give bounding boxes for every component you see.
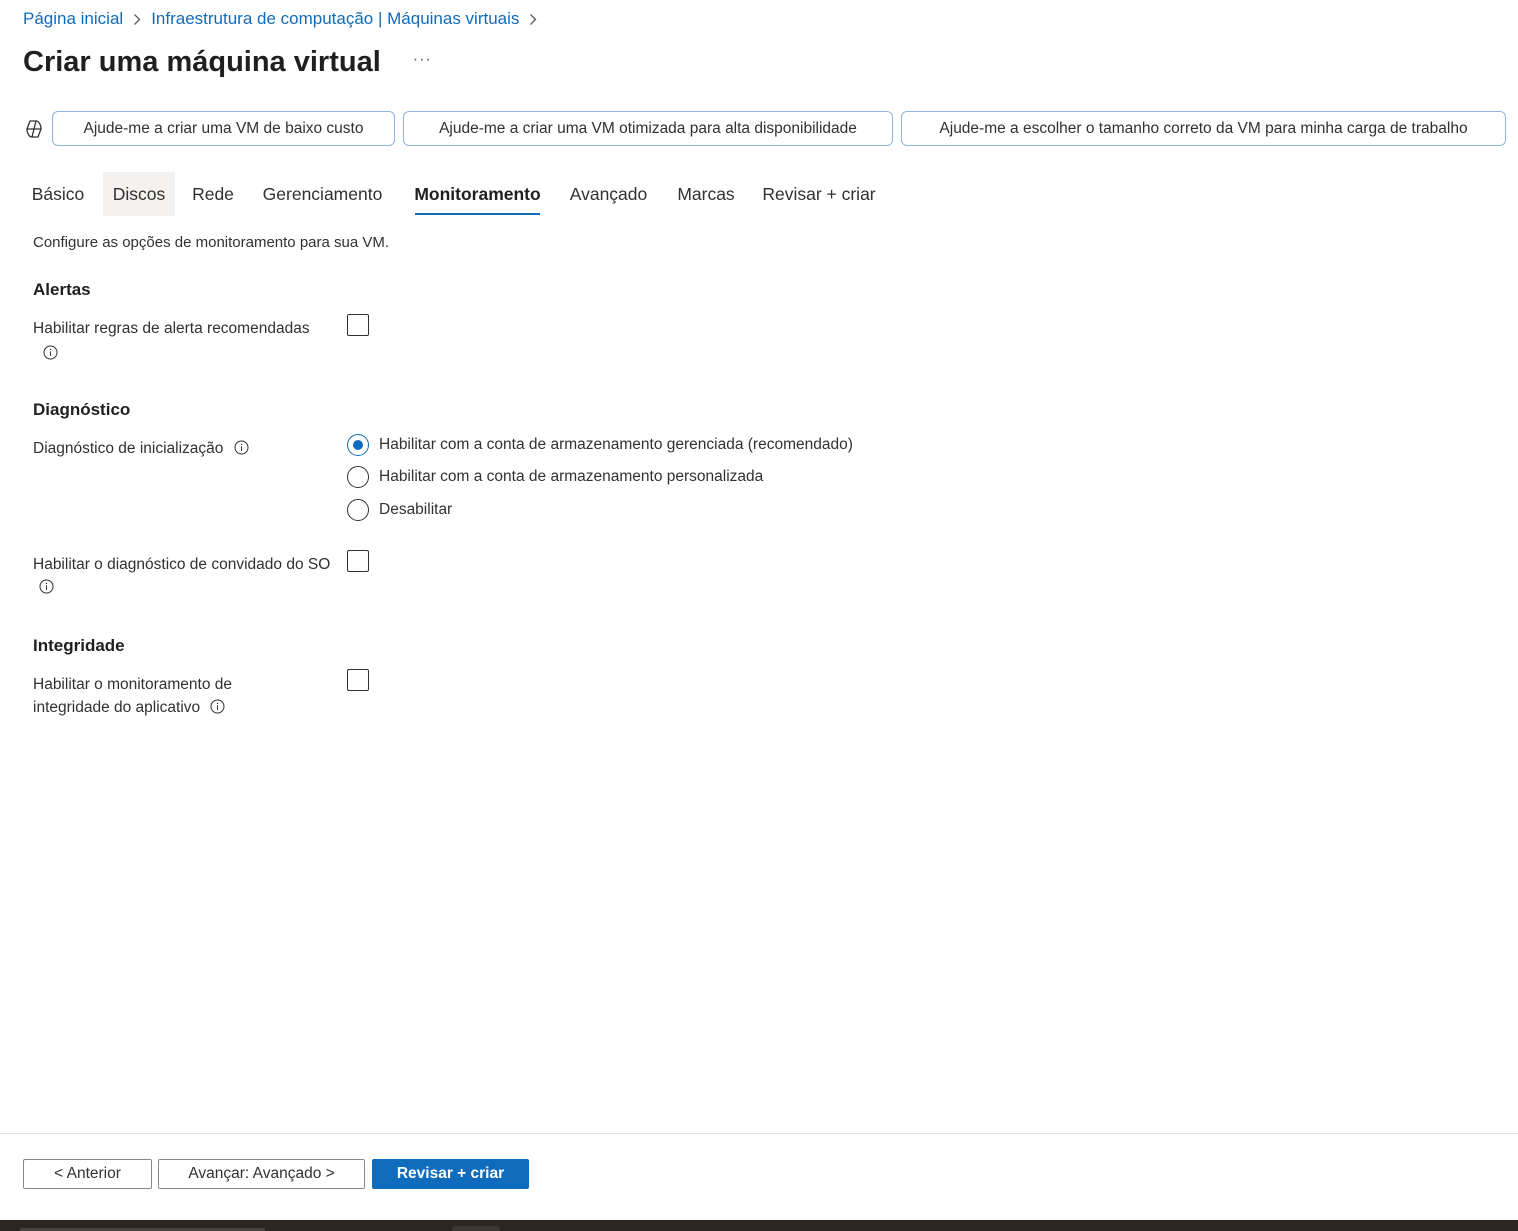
boot-diagnostics-option-custom[interactable]: Habilitar com a conta de armazenamento p… xyxy=(347,465,763,489)
info-icon[interactable] xyxy=(210,699,225,714)
info-icon[interactable] xyxy=(43,345,58,360)
copilot-icon xyxy=(23,118,45,140)
breadcrumb: Página inicial Infraestrutura de computa… xyxy=(23,8,547,30)
boot-diagnostics-label-text: Diagnóstico de inicialização xyxy=(33,440,224,457)
radio-button[interactable] xyxy=(347,466,369,488)
chevron-right-icon xyxy=(133,13,141,26)
app-health-monitoring-checkbox[interactable] xyxy=(347,669,369,691)
tab-monitoramento[interactable]: Monitoramento xyxy=(414,172,541,216)
guest-os-diagnostics-checkbox[interactable] xyxy=(347,550,369,572)
page-title: Criar uma máquina virtual xyxy=(23,45,381,78)
breadcrumb-home-link[interactable]: Página inicial xyxy=(23,9,123,29)
tab-gerenciamento[interactable]: Gerenciamento xyxy=(260,172,385,216)
next-advanced-button[interactable]: Avançar: Avançado > xyxy=(158,1159,365,1189)
boot-diagnostics-option-managed[interactable]: Habilitar com a conta de armazenamento g… xyxy=(347,433,853,457)
tab-label: Rede xyxy=(192,183,234,204)
tab-avancado[interactable]: Avançado xyxy=(566,172,651,216)
tab-basico[interactable]: Básico xyxy=(23,172,93,216)
field-label-alert-rules: Habilitar regras de alerta recomendadas xyxy=(33,318,333,365)
tab-label: Marcas xyxy=(677,183,735,204)
copilot-prompt-low-cost-button[interactable]: Ajude-me a criar uma VM de baixo custo xyxy=(52,111,395,146)
tab-label: Gerenciamento xyxy=(262,183,383,204)
tab-revisar-criar[interactable]: Revisar + criar xyxy=(761,172,877,216)
boot-diagnostics-option-disable[interactable]: Desabilitar xyxy=(347,498,452,522)
page-description: Configure as opções de monitoramento par… xyxy=(33,234,390,251)
chevron-right-icon xyxy=(529,13,537,26)
breadcrumb-vms-link[interactable]: Infraestrutura de computação | Máquinas … xyxy=(151,9,519,29)
section-title-diagnostico: Diagnóstico xyxy=(33,400,131,419)
tab-label: Discos xyxy=(112,183,166,204)
copilot-prompt-high-availability-button[interactable]: Ajude-me a criar uma VM otimizada para a… xyxy=(403,111,893,146)
tab-rede[interactable]: Rede xyxy=(187,172,239,216)
copilot-prompt-vm-size-button[interactable]: Ajude-me a escolher o tamanho correto da… xyxy=(901,111,1506,146)
field-label-app-health: Habilitar o monitoramento de integridade… xyxy=(33,674,273,719)
alert-rules-checkbox[interactable] xyxy=(347,314,369,336)
app-health-label-text: Habilitar o monitoramento de integridade… xyxy=(33,676,233,716)
radio-label: Habilitar com a conta de armazenamento p… xyxy=(379,468,764,485)
tab-marcas[interactable]: Marcas xyxy=(674,172,738,216)
title-row: Criar uma máquina virtual ··· xyxy=(23,40,432,84)
footer-divider xyxy=(0,1133,1518,1134)
radio-button[interactable] xyxy=(347,499,369,521)
taskbar-item xyxy=(452,1226,500,1231)
alert-rules-label-text: Habilitar regras de alerta recomendadas xyxy=(33,320,310,337)
radio-label: Desabilitar xyxy=(379,501,453,518)
tab-label: Avançado xyxy=(569,183,648,204)
field-label-guest-os-diagnostics: Habilitar o diagnóstico de convidado do … xyxy=(33,554,333,599)
info-icon[interactable] xyxy=(234,440,249,455)
more-options-button[interactable]: ··· xyxy=(413,51,432,69)
radio-label: Habilitar com a conta de armazenamento g… xyxy=(379,436,853,453)
section-title-integridade: Integridade xyxy=(33,636,125,655)
tab-label: Monitoramento xyxy=(414,183,541,204)
section-title-alertas: Alertas xyxy=(33,280,91,299)
guest-os-label-text: Habilitar o diagnóstico de convidado do … xyxy=(33,556,331,573)
previous-button[interactable]: < Anterior xyxy=(23,1159,152,1189)
info-icon[interactable] xyxy=(39,579,54,594)
radio-button-selected[interactable] xyxy=(347,434,369,456)
tab-discos[interactable]: Discos xyxy=(103,172,175,216)
tab-label: Básico xyxy=(31,183,85,204)
field-label-boot-diagnostics: Diagnóstico de inicialização xyxy=(33,438,333,461)
active-tab-underline xyxy=(415,213,540,215)
taskbar-edge xyxy=(0,1220,1518,1231)
review-create-button[interactable]: Revisar + criar xyxy=(372,1159,529,1189)
tab-label: Revisar + criar xyxy=(762,183,876,204)
